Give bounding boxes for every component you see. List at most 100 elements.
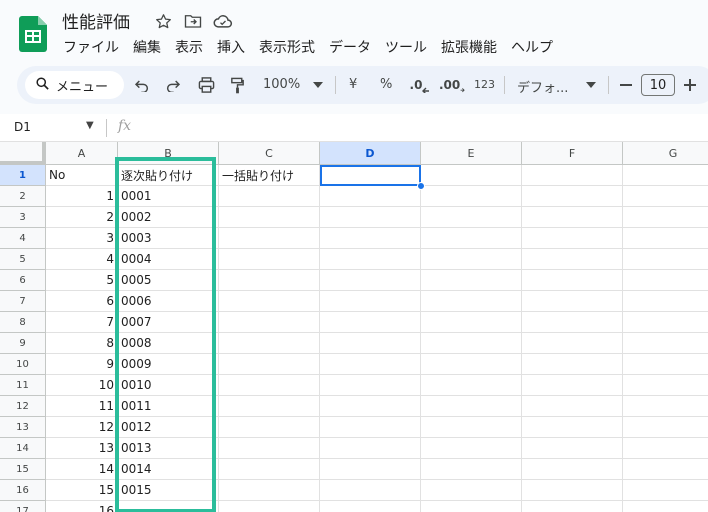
cell-g8[interactable] (623, 312, 708, 333)
cell-b2[interactable]: 0001 (118, 186, 219, 207)
menu-insert[interactable]: 挿入 (210, 37, 252, 57)
cell-d2[interactable] (320, 186, 421, 207)
row-header-12[interactable]: 12 (0, 396, 46, 417)
cell-f12[interactable] (522, 396, 623, 417)
menu-data[interactable]: データ (322, 37, 378, 57)
cell-a14[interactable]: 13 (46, 438, 118, 459)
cell-a10[interactable]: 9 (46, 354, 118, 375)
sheets-logo-icon[interactable] (19, 16, 47, 52)
column-header-e[interactable]: E (421, 142, 522, 165)
cell-b14[interactable]: 0013 (118, 438, 219, 459)
row-header-14[interactable]: 14 (0, 438, 46, 459)
cell-e14[interactable] (421, 438, 522, 459)
cell-a3[interactable]: 2 (46, 207, 118, 228)
number-format-button[interactable]: 123 (474, 78, 495, 91)
cell-b6[interactable]: 0005 (118, 270, 219, 291)
cell-e15[interactable] (421, 459, 522, 480)
name-box[interactable]: D1 (14, 120, 31, 134)
row-header-8[interactable]: 8 (0, 312, 46, 333)
increase-font-size-icon[interactable] (679, 75, 701, 95)
cell-d15[interactable] (320, 459, 421, 480)
undo-icon[interactable] (131, 75, 153, 95)
cell-e13[interactable] (421, 417, 522, 438)
cell-g7[interactable] (623, 291, 708, 312)
cell-g17[interactable] (623, 501, 708, 512)
cell-b5[interactable]: 0004 (118, 249, 219, 270)
decrease-decimal-button[interactable]: .0 (408, 75, 432, 95)
cell-f1[interactable] (522, 165, 623, 186)
cell-d12[interactable] (320, 396, 421, 417)
cell-e17[interactable] (421, 501, 522, 512)
row-header-2[interactable]: 2 (0, 186, 46, 207)
menu-format[interactable]: 表示形式 (252, 37, 322, 57)
cell-f16[interactable] (522, 480, 623, 501)
cell-b13[interactable]: 0012 (118, 417, 219, 438)
cell-a16[interactable]: 15 (46, 480, 118, 501)
cell-f9[interactable] (522, 333, 623, 354)
cell-a4[interactable]: 3 (46, 228, 118, 249)
redo-icon[interactable] (162, 75, 184, 95)
menu-extensions[interactable]: 拡張機能 (434, 37, 504, 57)
cell-d6[interactable] (320, 270, 421, 291)
cell-c13[interactable] (219, 417, 320, 438)
cell-e7[interactable] (421, 291, 522, 312)
font-family-select[interactable]: デフォ... (517, 77, 568, 96)
cell-g5[interactable] (623, 249, 708, 270)
row-header-9[interactable]: 9 (0, 333, 46, 354)
row-header-17[interactable]: 17 (0, 501, 46, 512)
cell-e12[interactable] (421, 396, 522, 417)
cell-c11[interactable] (219, 375, 320, 396)
cell-c8[interactable] (219, 312, 320, 333)
cell-g4[interactable] (623, 228, 708, 249)
cell-c17[interactable] (219, 501, 320, 512)
cell-g9[interactable] (623, 333, 708, 354)
cell-d16[interactable] (320, 480, 421, 501)
cell-a17[interactable]: 16 (46, 501, 118, 512)
cell-f4[interactable] (522, 228, 623, 249)
currency-format-button[interactable]: ¥ (349, 77, 357, 92)
cell-c7[interactable] (219, 291, 320, 312)
cell-e11[interactable] (421, 375, 522, 396)
cell-d5[interactable] (320, 249, 421, 270)
row-header-11[interactable]: 11 (0, 375, 46, 396)
row-header-3[interactable]: 3 (0, 207, 46, 228)
print-icon[interactable] (195, 75, 217, 95)
cell-b11[interactable]: 0010 (118, 375, 219, 396)
cell-c10[interactable] (219, 354, 320, 375)
cell-e4[interactable] (421, 228, 522, 249)
menu-help[interactable]: ヘルプ (504, 37, 560, 57)
name-box-dropdown-icon[interactable]: ▼ (86, 120, 94, 131)
cell-d13[interactable] (320, 417, 421, 438)
cell-a13[interactable]: 12 (46, 417, 118, 438)
cell-f15[interactable] (522, 459, 623, 480)
cell-g16[interactable] (623, 480, 708, 501)
cell-e9[interactable] (421, 333, 522, 354)
cell-g13[interactable] (623, 417, 708, 438)
cell-d9[interactable] (320, 333, 421, 354)
cell-f3[interactable] (522, 207, 623, 228)
percent-format-button[interactable]: % (380, 77, 392, 92)
column-header-b[interactable]: B (118, 142, 219, 165)
cell-e8[interactable] (421, 312, 522, 333)
cell-e5[interactable] (421, 249, 522, 270)
cell-c5[interactable] (219, 249, 320, 270)
cell-a5[interactable]: 4 (46, 249, 118, 270)
cell-a8[interactable]: 7 (46, 312, 118, 333)
cell-d4[interactable] (320, 228, 421, 249)
cell-b9[interactable]: 0008 (118, 333, 219, 354)
cell-a15[interactable]: 14 (46, 459, 118, 480)
cell-f17[interactable] (522, 501, 623, 512)
paint-format-icon[interactable] (226, 75, 248, 95)
row-header-1[interactable]: 1 (0, 165, 46, 186)
cell-e10[interactable] (421, 354, 522, 375)
column-header-d[interactable]: D (320, 142, 421, 165)
menu-edit[interactable]: 編集 (126, 37, 168, 57)
cell-c3[interactable] (219, 207, 320, 228)
cell-g3[interactable] (623, 207, 708, 228)
cell-a9[interactable]: 8 (46, 333, 118, 354)
cell-g1[interactable] (623, 165, 708, 186)
cell-c12[interactable] (219, 396, 320, 417)
cell-g6[interactable] (623, 270, 708, 291)
cell-a12[interactable]: 11 (46, 396, 118, 417)
cell-f2[interactable] (522, 186, 623, 207)
